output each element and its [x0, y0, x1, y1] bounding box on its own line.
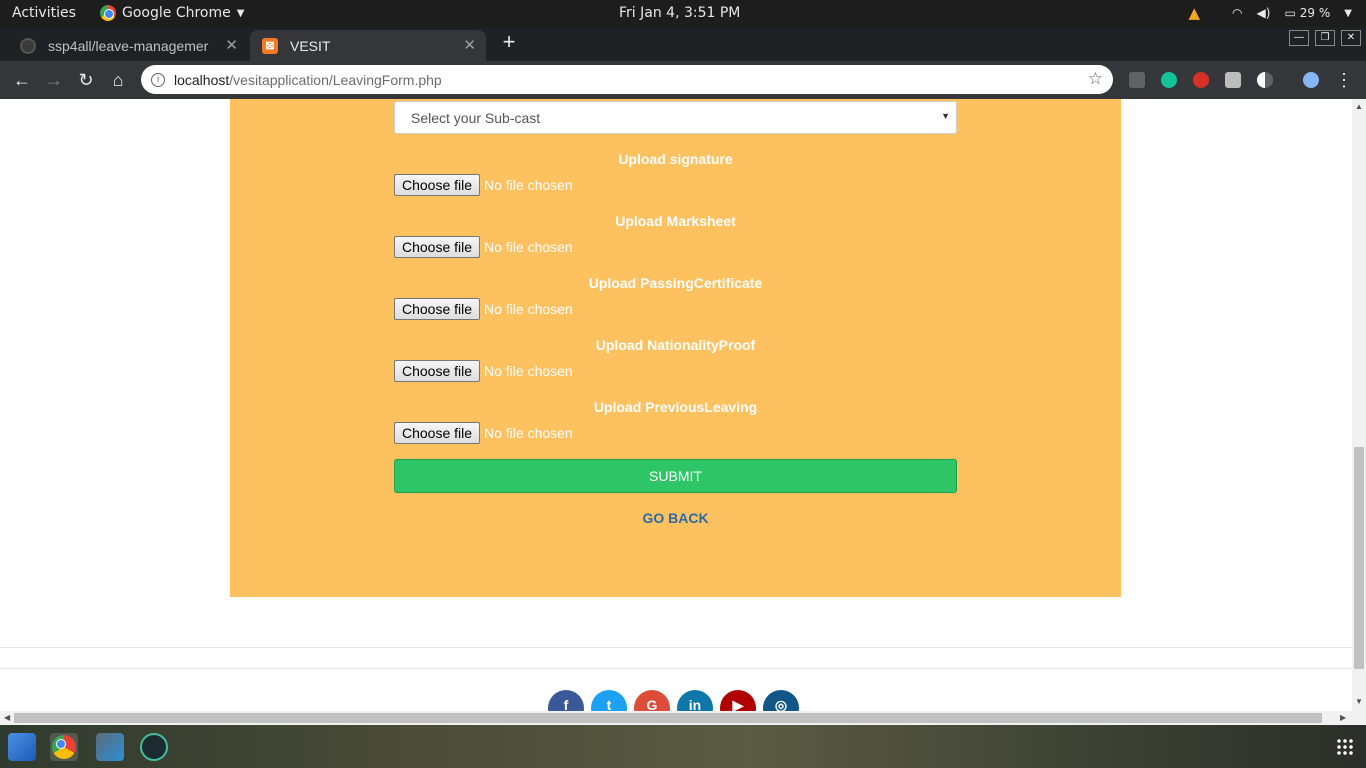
choose-file-button[interactable]: Choose file: [394, 422, 480, 444]
forward-button[interactable]: →: [43, 69, 65, 91]
close-icon[interactable]: ✕: [463, 36, 476, 54]
choose-file-button[interactable]: Choose file: [394, 236, 480, 258]
extension-red-icon[interactable]: [1193, 72, 1209, 88]
tab-title: ssp4all/leave-managemer: [48, 37, 209, 54]
minimize-button[interactable]: —: [1289, 30, 1309, 46]
extension-icon[interactable]: [1129, 72, 1145, 88]
tab-title: VESIT: [290, 37, 331, 54]
submit-button[interactable]: SUBMIT: [394, 459, 957, 493]
upload-previous-leaving-input[interactable]: Choose file No file chosen: [394, 422, 573, 444]
upload-signature-input[interactable]: Choose file No file chosen: [394, 174, 573, 196]
profile-avatar[interactable]: [1303, 72, 1319, 88]
go-back-link[interactable]: GO BACK: [230, 510, 1121, 526]
instagram-icon[interactable]: ◎: [763, 690, 799, 711]
chevron-down-icon: ▼: [1344, 7, 1352, 19]
choose-file-button[interactable]: Choose file: [394, 360, 480, 382]
home-button[interactable]: ⌂: [107, 69, 129, 91]
gitkraken-icon[interactable]: [140, 733, 168, 761]
tab-strip: ssp4all/leave-managemer ✕ ⊠ VESIT ✕: [0, 27, 1366, 61]
file-status: No file chosen: [484, 177, 573, 193]
upload-passing-certificate-input[interactable]: Choose file No file chosen: [394, 298, 573, 320]
close-icon[interactable]: ✕: [225, 36, 238, 54]
dropdown-arrow-icon: ▼: [941, 111, 950, 121]
grammarly-icon[interactable]: [1161, 72, 1177, 88]
activities-button[interactable]: Activities: [12, 5, 76, 21]
show-applications-icon[interactable]: [1336, 738, 1354, 756]
url-host: localhost: [174, 71, 230, 88]
wifi-icon: ◠: [1232, 6, 1243, 20]
info-icon[interactable]: i: [151, 72, 165, 87]
taskbar-dock: [0, 725, 1366, 768]
url-path: /vesitapplication/LeavingForm.php: [229, 71, 442, 88]
bookmark-star-icon[interactable]: ☆: [1088, 69, 1103, 89]
upload-nationality-proof-label: Upload NationalityProof: [595, 337, 756, 353]
horizontal-scroll-thumb[interactable]: [14, 713, 1322, 723]
chrome-menu-icon[interactable]: ⋮: [1333, 69, 1355, 91]
back-button[interactable]: ←: [11, 69, 33, 91]
chrome-icon: [100, 5, 116, 21]
horizontal-scrollbar[interactable]: ◀ ▶: [0, 711, 1366, 725]
linkedin-icon[interactable]: in: [677, 690, 713, 711]
scroll-up-arrow-icon[interactable]: ▲: [1355, 102, 1363, 111]
address-bar[interactable]: i localhost/vesitapplication/LeavingForm…: [141, 65, 1113, 94]
battery-level: 29 %: [1299, 6, 1331, 20]
files-icon[interactable]: [8, 733, 36, 761]
choose-file-button[interactable]: Choose file: [394, 174, 480, 196]
subcaste-select[interactable]: Select your Sub-cast ▼: [394, 101, 957, 134]
github-icon: [20, 37, 36, 54]
upload-marksheet-input[interactable]: Choose file No file chosen: [394, 236, 573, 258]
system-top-bar: Activities Google Chrome ▼ Fri Jan 4, 3:…: [0, 0, 1366, 27]
page-viewport: Select your Sub-cast ▼ Upload signature …: [0, 99, 1352, 711]
chevron-down-icon: ▼: [236, 7, 245, 19]
upload-previous-leaving-label: Upload PreviousLeaving: [593, 399, 758, 415]
app-menu[interactable]: Google Chrome ▼: [100, 5, 244, 21]
vscode-icon[interactable]: [96, 733, 124, 761]
volume-icon: ◀): [1256, 6, 1271, 20]
warning-icon[interactable]: ▲: [1189, 4, 1201, 22]
chrome-icon: [52, 735, 76, 759]
clock[interactable]: Fri Jan 4, 3:51 PM: [619, 5, 740, 21]
battery-icon: ▭: [1284, 6, 1296, 20]
footer-divider: [0, 647, 1352, 648]
extension-cup-icon[interactable]: [1225, 72, 1241, 88]
upload-passing-certificate-label: Upload PassingCertificate: [588, 275, 763, 291]
reload-button[interactable]: ↻: [75, 69, 97, 91]
scroll-left-arrow-icon[interactable]: ◀: [4, 713, 10, 722]
restore-button[interactable]: ❐: [1315, 30, 1335, 46]
file-status: No file chosen: [484, 425, 573, 441]
app-menu-label: Google Chrome: [122, 5, 231, 21]
facebook-icon[interactable]: f: [548, 690, 584, 711]
vertical-scrollbar[interactable]: ▲ ▼: [1352, 99, 1366, 711]
twitter-icon[interactable]: t: [591, 690, 627, 711]
tab-github[interactable]: ssp4all/leave-managemer ✕: [8, 30, 248, 61]
file-status: No file chosen: [484, 239, 573, 255]
close-window-button[interactable]: ✕: [1341, 30, 1361, 46]
dark-mode-icon[interactable]: [1257, 72, 1273, 88]
subcaste-select-value: Select your Sub-cast: [411, 110, 541, 126]
choose-file-button[interactable]: Choose file: [394, 298, 480, 320]
file-status: No file chosen: [484, 301, 573, 317]
file-status: No file chosen: [484, 363, 573, 379]
google-icon[interactable]: G: [634, 690, 670, 711]
upload-signature-label: Upload signature: [618, 151, 733, 167]
new-tab-button[interactable]: +: [499, 31, 519, 53]
upload-nationality-proof-input[interactable]: Choose file No file chosen: [394, 360, 573, 382]
upload-marksheet-label: Upload Marksheet: [615, 213, 736, 229]
chrome-dock-item[interactable]: [50, 733, 78, 761]
leaving-form: Select your Sub-cast ▼ Upload signature …: [230, 99, 1121, 597]
system-tray[interactable]: ▲ ◠ ◀) ▭ 29 % ▼: [1189, 4, 1353, 22]
youtube-icon[interactable]: ▶: [720, 690, 756, 711]
xampp-icon: ⊠: [262, 37, 278, 54]
footer-divider: [0, 668, 1352, 669]
tab-vesit[interactable]: ⊠ VESIT ✕: [250, 30, 486, 61]
scroll-down-arrow-icon[interactable]: ▼: [1355, 697, 1363, 706]
vertical-scroll-thumb[interactable]: [1354, 447, 1364, 669]
scroll-right-arrow-icon[interactable]: ▶: [1340, 713, 1346, 722]
